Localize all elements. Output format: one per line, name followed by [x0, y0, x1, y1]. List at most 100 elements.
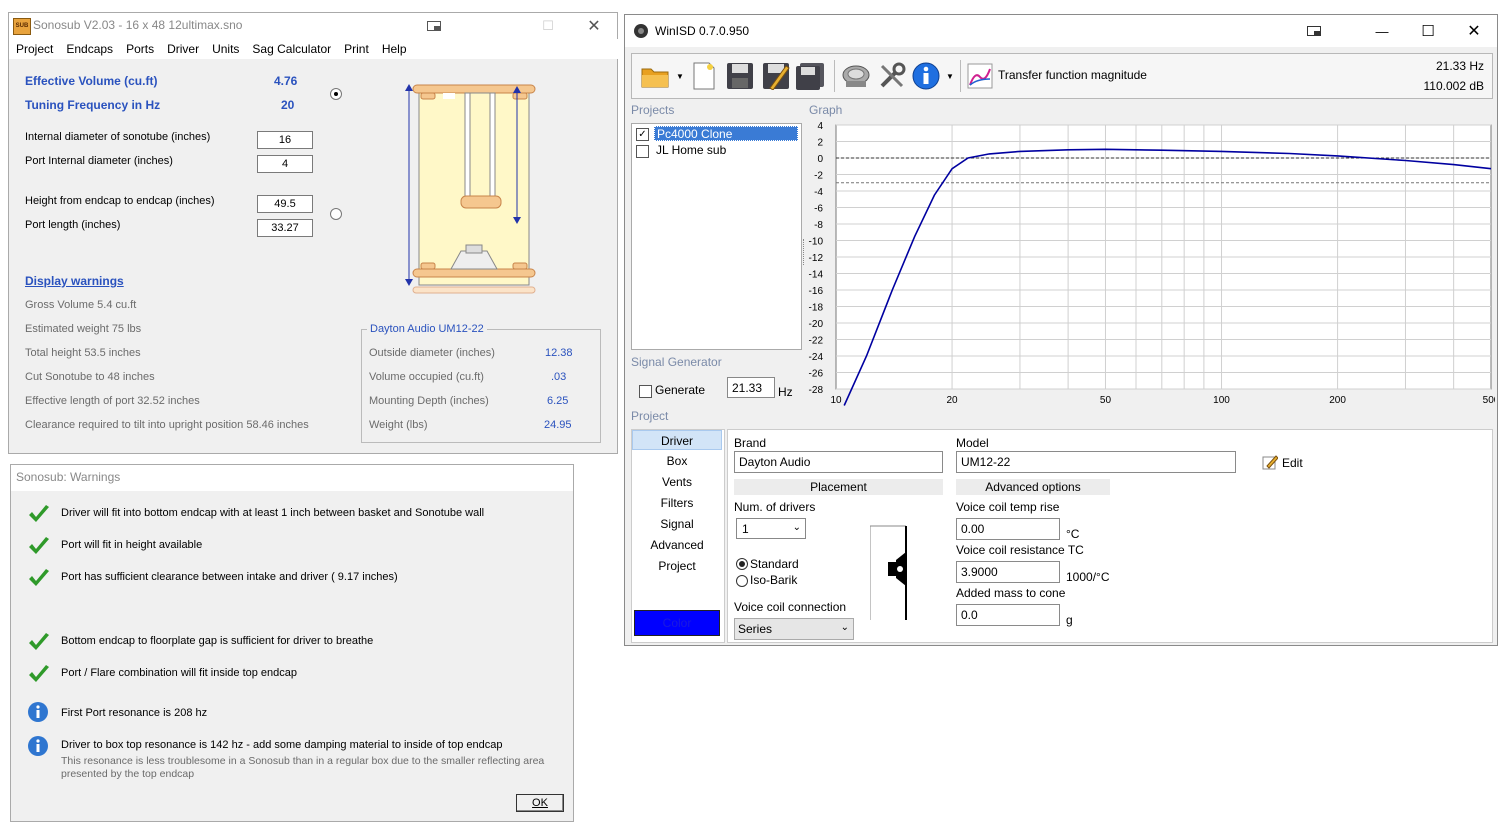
- y-tick-label: -28: [809, 385, 824, 396]
- edit-icon[interactable]: [1262, 454, 1278, 470]
- transfer-function-graph[interactable]: 420-2-4-6-8-10-12-14-16-18-20-22-24-26-2…: [805, 119, 1495, 409]
- y-tick-label: -12: [809, 253, 824, 264]
- sonotube-diameter-label: Internal diameter of sonotube (inches): [25, 131, 211, 143]
- vc-temp-rise-unit: °C: [1066, 527, 1080, 541]
- check-icon: [29, 537, 49, 554]
- y-tick-label: 4: [817, 121, 823, 132]
- brand-input[interactable]: Dayton Audio: [734, 451, 943, 473]
- voice-coil-connection-select[interactable]: Series ⌄: [734, 618, 854, 640]
- project-checkbox[interactable]: ✓: [636, 128, 649, 141]
- y-tick-label: -14: [809, 270, 824, 281]
- menu-endcaps[interactable]: Endcaps: [66, 39, 113, 59]
- tuning-frequency-value: 20: [281, 98, 295, 112]
- port-diameter-input[interactable]: 4: [257, 155, 313, 173]
- sidebar-item-box[interactable]: Box: [632, 451, 722, 471]
- project-item-selected[interactable]: Pc4000 Clone: [654, 126, 798, 141]
- outside-diameter-value: 12.38: [545, 347, 573, 359]
- model-input[interactable]: UM12-22: [956, 451, 1236, 473]
- info-icon: [28, 736, 48, 756]
- voice-coil-connection-value: Series: [738, 622, 773, 636]
- close-icon[interactable]: ✕: [1451, 15, 1497, 47]
- check-icon: [29, 569, 49, 586]
- placement-header: Placement: [734, 479, 943, 495]
- effective-volume-value: 4.76: [274, 74, 298, 88]
- endcap-height-input[interactable]: 49.5: [257, 195, 313, 213]
- generate-frequency-input[interactable]: 21.33: [727, 377, 775, 398]
- sidebar-item-advanced[interactable]: Advanced: [632, 535, 722, 555]
- vc-temp-rise-label: Voice coil temp rise: [956, 500, 1060, 514]
- pip-icon[interactable]: [411, 13, 457, 39]
- sidebar-item-driver[interactable]: Driver: [632, 430, 722, 450]
- graph-type-icon[interactable]: [964, 60, 996, 92]
- driver-editor-icon[interactable]: [840, 60, 872, 92]
- solve-height-radio[interactable]: [330, 208, 342, 220]
- ok-button[interactable]: OK: [516, 794, 564, 812]
- sidebar-item-signal[interactable]: Signal: [632, 514, 722, 534]
- maximize-icon[interactable]: ☐: [1405, 15, 1451, 47]
- menu-project[interactable]: Project: [16, 39, 53, 59]
- toolbar: ▼ ▼ Transfer function magnitude 21.33 Hz: [631, 53, 1493, 99]
- num-drivers-select[interactable]: 1 ⌄: [736, 518, 806, 539]
- display-warnings-link[interactable]: Display warnings: [25, 274, 124, 288]
- x-tick-label: 100: [1213, 395, 1230, 406]
- sidebar-item-filters[interactable]: Filters: [632, 493, 722, 513]
- menu-driver[interactable]: Driver: [167, 39, 199, 59]
- added-mass-input[interactable]: 0.0: [956, 604, 1060, 626]
- resonance-note-line1: This resonance is less troublesome in a …: [61, 755, 545, 767]
- menu-units[interactable]: Units: [212, 39, 239, 59]
- info-dropdown-icon[interactable]: ▼: [946, 72, 954, 81]
- sonotube-diameter-input[interactable]: 16: [257, 131, 313, 149]
- pip-icon[interactable]: [1291, 15, 1337, 47]
- open-folder-icon[interactable]: [640, 60, 672, 92]
- isobarik-radio[interactable]: [736, 575, 748, 587]
- port-diameter-label: Port Internal diameter (inches): [25, 155, 173, 167]
- project-item[interactable]: JL Home sub: [656, 143, 726, 158]
- sidebar-item-project[interactable]: Project: [632, 556, 722, 576]
- info-icon[interactable]: [910, 60, 942, 92]
- close-icon[interactable]: ✕: [571, 13, 617, 39]
- minimize-icon[interactable]: —: [1359, 15, 1405, 47]
- project-checkbox[interactable]: [636, 145, 649, 158]
- open-dropdown-icon[interactable]: ▼: [676, 72, 684, 81]
- generate-checkbox[interactable]: [639, 385, 652, 398]
- added-mass-label: Added mass to cone: [956, 586, 1066, 600]
- tools-icon[interactable]: [876, 60, 908, 92]
- y-tick-label: -2: [814, 171, 823, 182]
- save-all-icon[interactable]: [794, 60, 826, 92]
- color-button[interactable]: Color: [634, 610, 720, 636]
- driver-placement-diagram: [870, 525, 907, 620]
- menu-print[interactable]: Print: [344, 39, 369, 59]
- warning-item: Driver to box top resonance is 142 hz - …: [61, 739, 503, 751]
- save-as-icon[interactable]: [760, 60, 792, 92]
- gross-volume-stat: Gross Volume 5.4 cu.ft: [25, 299, 137, 311]
- port-length-input[interactable]: 33.27: [257, 219, 313, 237]
- save-icon[interactable]: [724, 60, 756, 92]
- info-icon: [28, 702, 48, 722]
- toolbar-separator: [960, 60, 961, 92]
- sidebar-item-vents[interactable]: Vents: [632, 472, 722, 492]
- x-tick-label: 20: [946, 395, 958, 406]
- maximize-icon[interactable]: ☐: [525, 13, 571, 39]
- standard-radio[interactable]: [736, 558, 748, 570]
- menu-ports[interactable]: Ports: [126, 39, 154, 59]
- menu-help[interactable]: Help: [382, 39, 407, 59]
- vc-temp-rise-input[interactable]: 0.00: [956, 518, 1060, 540]
- graph-type-label[interactable]: Transfer function magnitude: [998, 68, 1147, 82]
- edit-button[interactable]: Edit: [1282, 456, 1303, 470]
- toolbar-separator: [834, 60, 835, 92]
- driver-weight-label: Weight (lbs): [369, 419, 428, 431]
- cut-sonotube-stat: Cut Sonotube to 48 inches: [25, 371, 155, 383]
- y-tick-label: 2: [817, 138, 823, 149]
- solve-volume-radio[interactable]: [330, 88, 342, 100]
- check-icon: [29, 665, 49, 682]
- x-tick-label: 500: [1483, 395, 1495, 406]
- tuning-frequency-label: Tuning Frequency in Hz: [25, 98, 161, 112]
- new-file-icon[interactable]: [688, 60, 720, 92]
- warnings-window: Sonosub: Warnings Driver will fit into b…: [10, 464, 574, 822]
- isobarik-label: Iso-Barik: [750, 573, 798, 587]
- sonosub-titlebar: SUB Sonosub V2.03 - 16 x 48 12ultimax.sn…: [9, 13, 617, 39]
- vc-resistance-tc-unit: 1000/°C: [1066, 570, 1110, 584]
- sonosub-app-icon: SUB: [13, 18, 31, 35]
- vc-resistance-tc-input[interactable]: 3.9000: [956, 561, 1060, 583]
- menu-sag-calculator[interactable]: Sag Calculator: [252, 39, 331, 59]
